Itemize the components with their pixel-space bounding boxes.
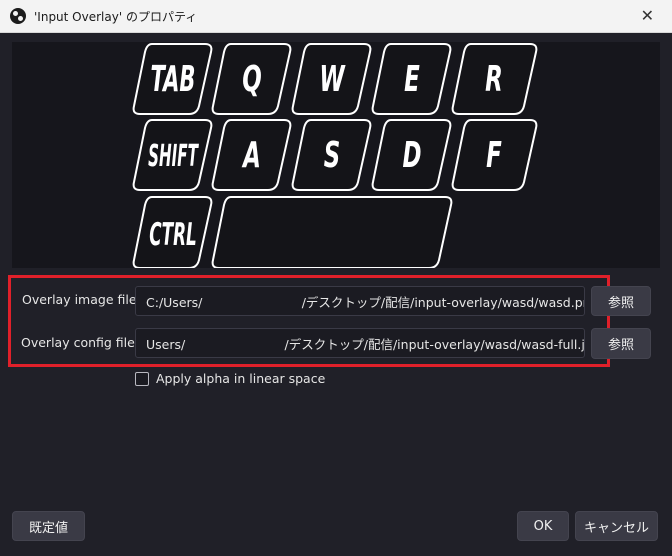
linear-alpha-checkbox[interactable] (135, 371, 149, 386)
key-f-label: F (486, 135, 502, 177)
linear-alpha-label[interactable]: Apply alpha in linear space (156, 371, 325, 386)
linear-alpha-option[interactable]: Apply alpha in linear space (135, 371, 325, 386)
window-title: 'Input Overlay' のプロパティ (34, 9, 198, 24)
key-d-label: D (402, 135, 421, 177)
defaults-button[interactable]: 既定値 (12, 511, 85, 541)
key-a-label: A (241, 135, 260, 177)
obs-logo-icon (10, 8, 26, 24)
ok-button[interactable]: OK (517, 511, 569, 541)
cancel-button[interactable]: キャンセル (575, 511, 658, 541)
overlay-config-browse-button[interactable]: 参照 (591, 328, 651, 359)
key-r-label: R (485, 59, 503, 101)
key-ctrl-label: CTRL (149, 217, 197, 253)
key-s-label: S (324, 135, 341, 177)
key-shift-label: SHIFT (148, 138, 199, 174)
overlay-config-file-label: Overlay config file (21, 335, 135, 350)
key-q-label: Q (242, 59, 262, 101)
overlay-config-file-field[interactable]: Users/ /デスクトップ/配信/input-overlay/wasd/was… (135, 328, 585, 358)
key-e-label: E (404, 59, 420, 101)
key-tab-label: TAB (151, 59, 196, 101)
close-icon[interactable]: ✕ (641, 6, 654, 25)
overlay-image-file-label: Overlay image file (22, 292, 137, 307)
title-bar: 'Input Overlay' のプロパティ ✕ (0, 0, 672, 33)
key-w-label: W (319, 59, 346, 101)
overlay-image-file-field[interactable]: C:/Users/ /デスクトップ/配信/input-overlay/wasd/… (135, 286, 585, 316)
key-space (211, 196, 453, 268)
keyboard-overlay-image: TAB Q W E R SHIFT A S D F CTRL (132, 43, 538, 268)
overlay-preview: TAB Q W E R SHIFT A S D F CTRL (12, 42, 660, 268)
overlay-image-browse-button[interactable]: 参照 (591, 286, 651, 316)
